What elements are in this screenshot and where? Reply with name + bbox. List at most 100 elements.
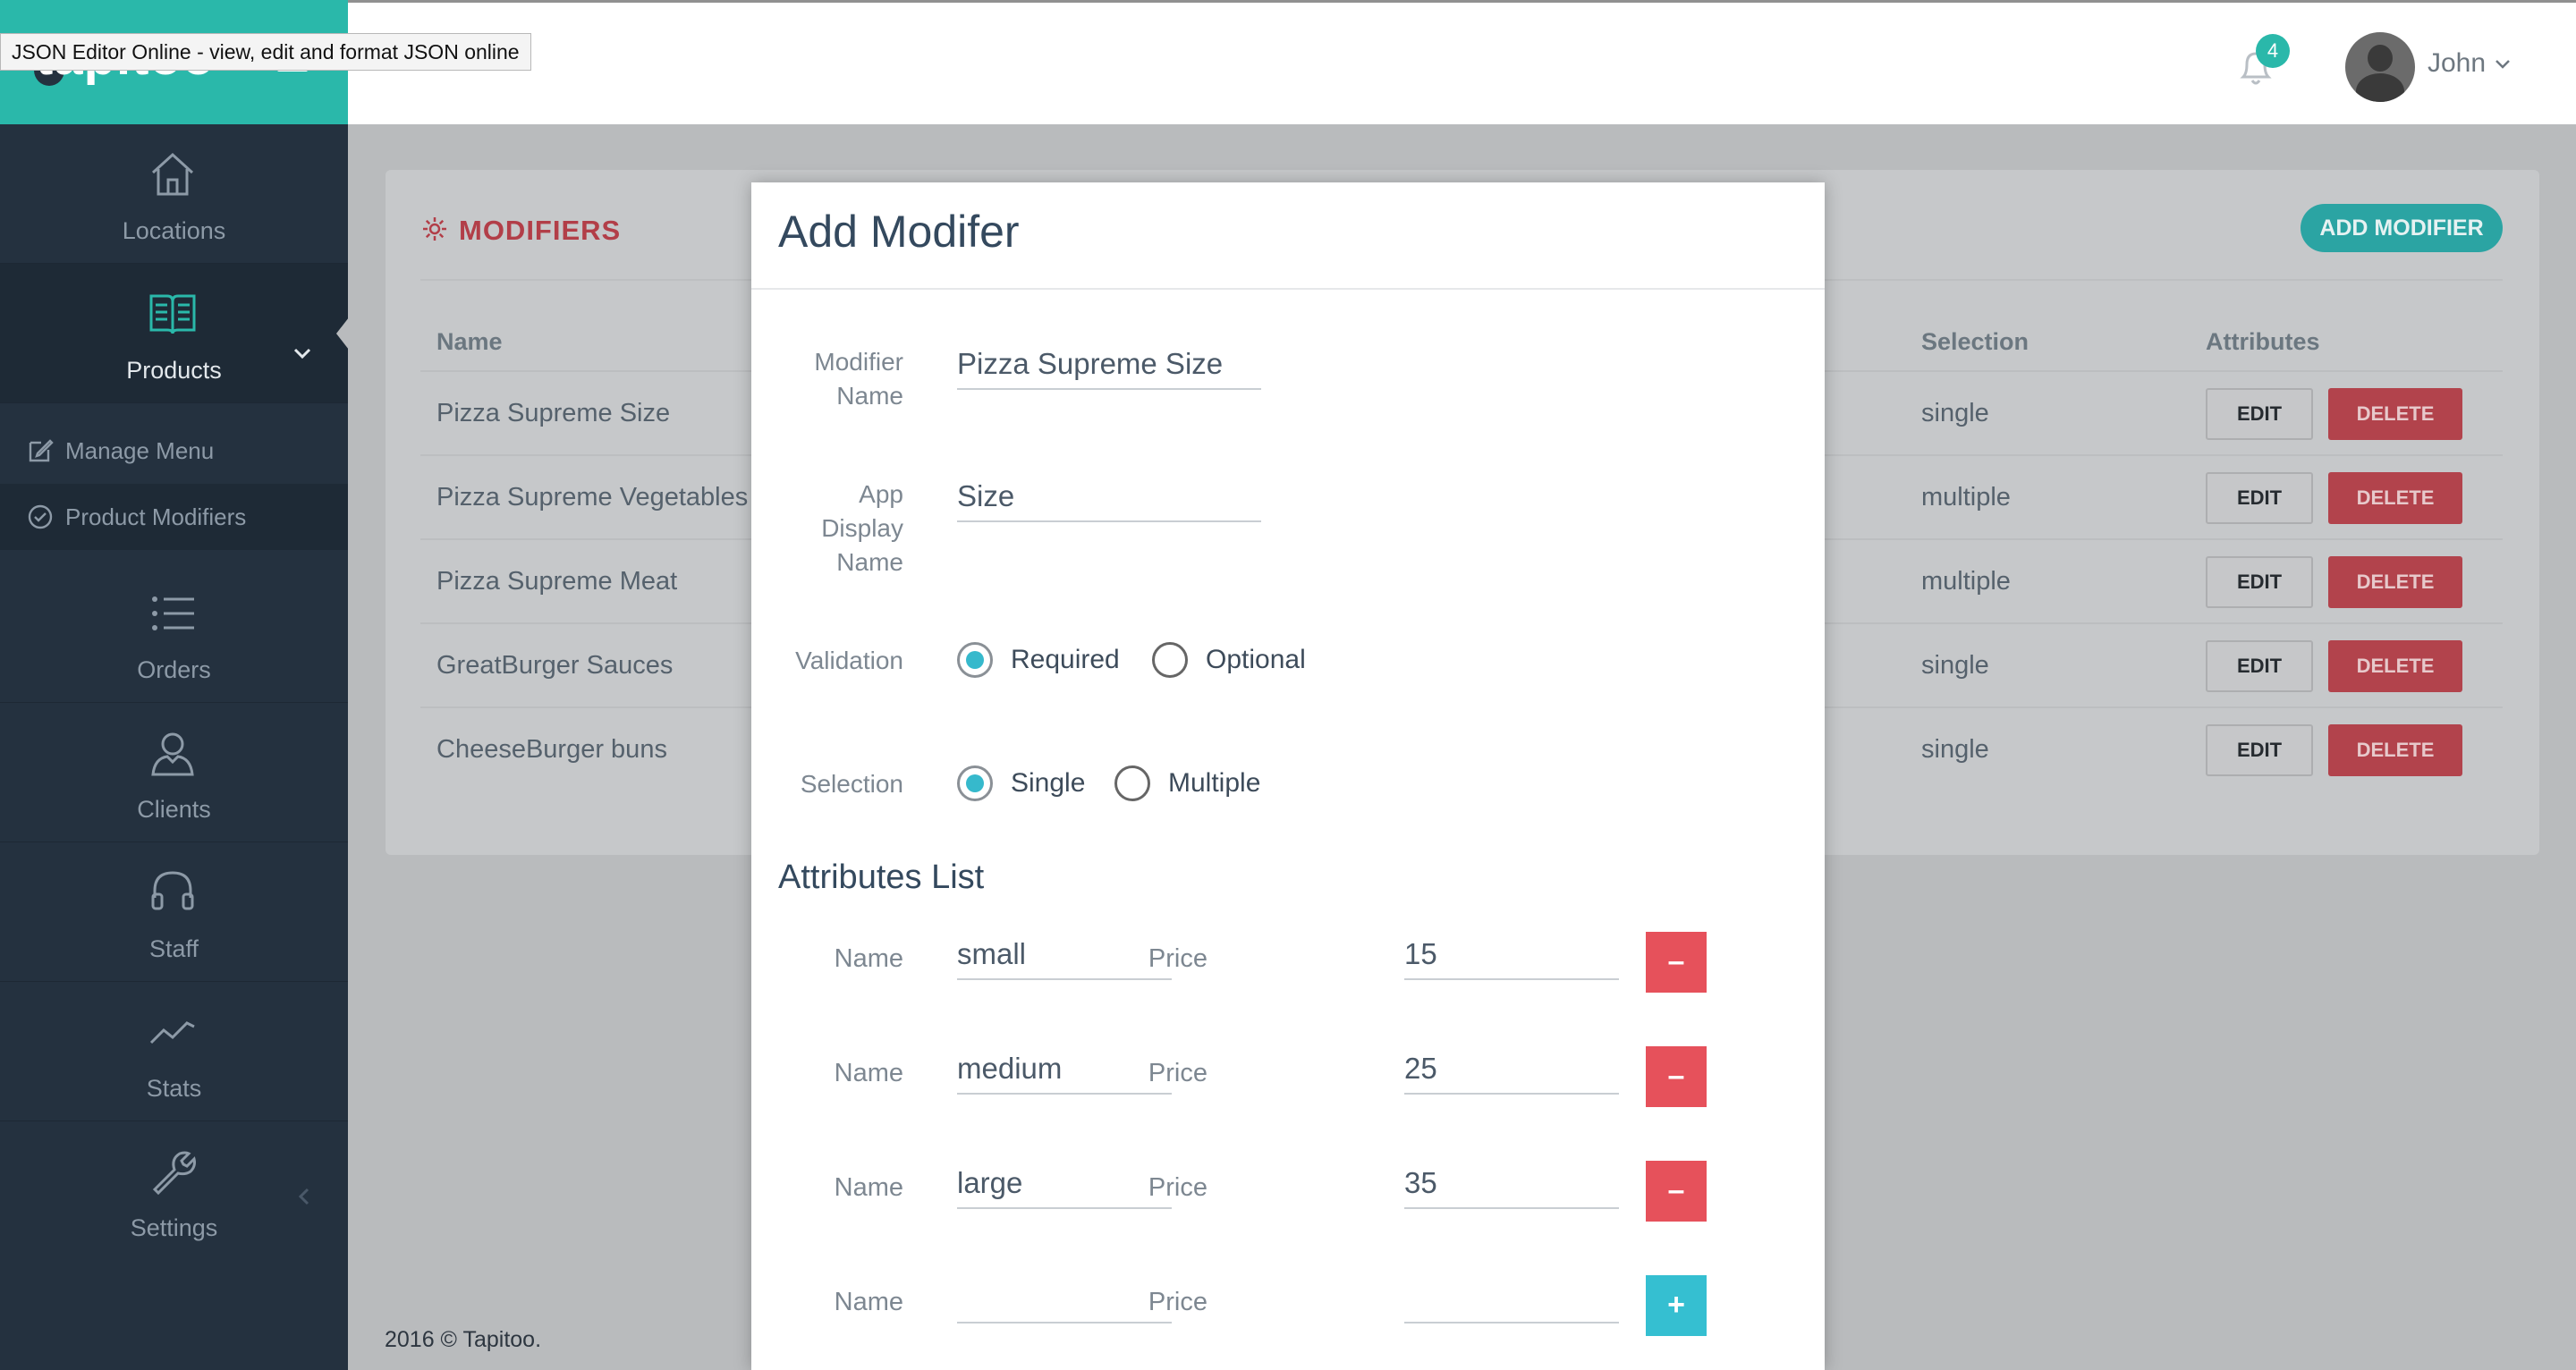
- cell-selection: single: [1921, 399, 1989, 427]
- radio-label: Multiple: [1168, 768, 1261, 798]
- cell-selection: single: [1921, 735, 1989, 764]
- add-attribute-button[interactable]: +: [1646, 1275, 1707, 1336]
- column-header-name: Name: [436, 328, 503, 355]
- delete-button[interactable]: DELETE: [2328, 724, 2462, 776]
- headset-icon: [151, 871, 194, 910]
- app-display-name-label: App Display Name: [751, 478, 903, 579]
- cell-name: GreatBurger Sauces: [436, 651, 674, 680]
- app-display-name-input[interactable]: [957, 472, 1261, 522]
- column-header-selection: Selection: [1921, 328, 2029, 355]
- attribute-name-label: Name: [834, 944, 903, 973]
- attributes-list-title: Attributes List: [778, 858, 985, 896]
- edit-button[interactable]: EDIT: [2206, 556, 2313, 608]
- chart-line-icon: [149, 1021, 195, 1044]
- delete-button[interactable]: DELETE: [2328, 472, 2462, 524]
- selection-label: Selection: [800, 770, 903, 798]
- divider: [751, 288, 1825, 290]
- sidebar-item-stats[interactable]: Stats: [0, 982, 348, 1121]
- label-line: Display: [821, 514, 903, 542]
- submenu-item-product-modifiers[interactable]: Product Modifiers: [0, 484, 348, 550]
- cell-selection: single: [1921, 651, 1989, 680]
- sidebar-item-locations[interactable]: Locations: [0, 124, 348, 264]
- label-line: Name: [836, 382, 903, 410]
- selection-multiple-radio[interactable]: [1114, 765, 1150, 801]
- modifier-name-input[interactable]: [957, 340, 1261, 390]
- wrench-icon: [152, 1151, 196, 1196]
- sidebar-item-staff[interactable]: Staff: [0, 842, 348, 982]
- user-icon: [151, 732, 194, 776]
- sidebar-item-products[interactable]: Products: [0, 264, 348, 403]
- list-icon: [152, 596, 194, 630]
- footer-copyright: 2016 © Tapitoo.: [385, 1327, 542, 1352]
- submenu-label: Manage Menu: [65, 437, 215, 464]
- remove-attribute-button[interactable]: –: [1646, 1046, 1707, 1107]
- cell-selection: multiple: [1921, 483, 2011, 512]
- add-modifier-button[interactable]: ADD MODIFIER: [2301, 204, 2503, 252]
- new-attribute-price-input[interactable]: [1404, 1273, 1619, 1323]
- submenu-item-manage-menu[interactable]: Manage Menu: [0, 418, 348, 484]
- sidebar-item-orders[interactable]: Orders: [0, 563, 348, 703]
- label-line: Name: [836, 548, 903, 576]
- edit-button[interactable]: EDIT: [2206, 388, 2313, 440]
- attribute-name-label: Name: [834, 1059, 903, 1087]
- radio-label: Single: [1011, 768, 1086, 798]
- sidebar-item-label: Settings: [130, 1214, 218, 1241]
- delete-button[interactable]: DELETE: [2328, 640, 2462, 692]
- book-icon: [149, 294, 196, 334]
- validation-optional-radio[interactable]: [1152, 642, 1188, 678]
- remove-attribute-button[interactable]: –: [1646, 932, 1707, 993]
- attribute-name-label: Name: [834, 1288, 903, 1316]
- column-header-attributes: Attributes: [2206, 328, 2320, 355]
- cell-name: CheeseBurger buns: [436, 735, 667, 764]
- validation-required-radio[interactable]: [957, 642, 993, 678]
- attribute-price-label: Price: [1148, 1173, 1208, 1202]
- active-indicator: [336, 317, 349, 350]
- sidebar-item-label: Stats: [146, 1075, 202, 1102]
- remove-attribute-button[interactable]: –: [1646, 1161, 1707, 1222]
- modifier-name-label: Modifier Name: [751, 345, 903, 413]
- attribute-price-label: Price: [1148, 1288, 1208, 1316]
- edit-button[interactable]: EDIT: [2206, 724, 2313, 776]
- edit-button[interactable]: EDIT: [2206, 640, 2313, 692]
- home-icon: [151, 152, 194, 196]
- edit-icon: [29, 439, 54, 462]
- add-modifier-dialog: Add Modifer Modifier Name App Display Na…: [751, 182, 1825, 1370]
- gear-icon: [423, 217, 446, 241]
- chevron-down-icon[interactable]: [2494, 57, 2512, 72]
- label-line: App: [859, 480, 903, 508]
- attribute-name-label: Name: [834, 1173, 903, 1202]
- edit-button[interactable]: EDIT: [2206, 472, 2313, 524]
- dialog-title: Add Modifer: [778, 207, 1020, 257]
- sidebar-item-clients[interactable]: Clients: [0, 703, 348, 842]
- label-line: Modifier: [814, 348, 903, 376]
- cell-name: Pizza Supreme Meat: [436, 567, 678, 596]
- radio-label: Required: [1011, 645, 1120, 674]
- sidebar-item-label: Clients: [137, 796, 211, 823]
- sidebar-item-label: Locations: [122, 217, 226, 244]
- browser-tooltip: JSON Editor Online - view, edit and form…: [0, 33, 531, 71]
- submenu-label: Product Modifiers: [65, 503, 247, 530]
- notification-badge: 4: [2256, 34, 2290, 68]
- sidebar: tapitoo Locations Products Manage Menu P…: [0, 0, 349, 1370]
- cell-name: Pizza Supreme Vegetables: [436, 483, 749, 512]
- chevron-down-icon[interactable]: [292, 342, 313, 364]
- validation-label: Validation: [795, 647, 903, 674]
- attribute-price-input[interactable]: [1404, 930, 1619, 980]
- cell-selection: multiple: [1921, 567, 2011, 596]
- attribute-price-label: Price: [1148, 1059, 1208, 1087]
- attribute-price-label: Price: [1148, 944, 1208, 973]
- sidebar-item-label: Staff: [148, 935, 199, 962]
- check-circle-icon: [28, 504, 53, 529]
- selection-single-radio[interactable]: [957, 765, 993, 801]
- user-name[interactable]: John: [2428, 48, 2486, 79]
- page-title: MODIFIERS: [459, 215, 622, 246]
- cell-name: Pizza Supreme Size: [436, 399, 671, 427]
- attribute-price-input[interactable]: [1404, 1044, 1619, 1095]
- sidebar-item-label: Orders: [137, 656, 211, 683]
- attribute-price-input[interactable]: [1404, 1159, 1619, 1209]
- delete-button[interactable]: DELETE: [2328, 556, 2462, 608]
- radio-label: Optional: [1206, 645, 1306, 674]
- collapse-sidebar-chevron-icon[interactable]: [295, 1184, 313, 1209]
- delete-button[interactable]: DELETE: [2328, 388, 2462, 440]
- avatar[interactable]: [2345, 32, 2415, 102]
